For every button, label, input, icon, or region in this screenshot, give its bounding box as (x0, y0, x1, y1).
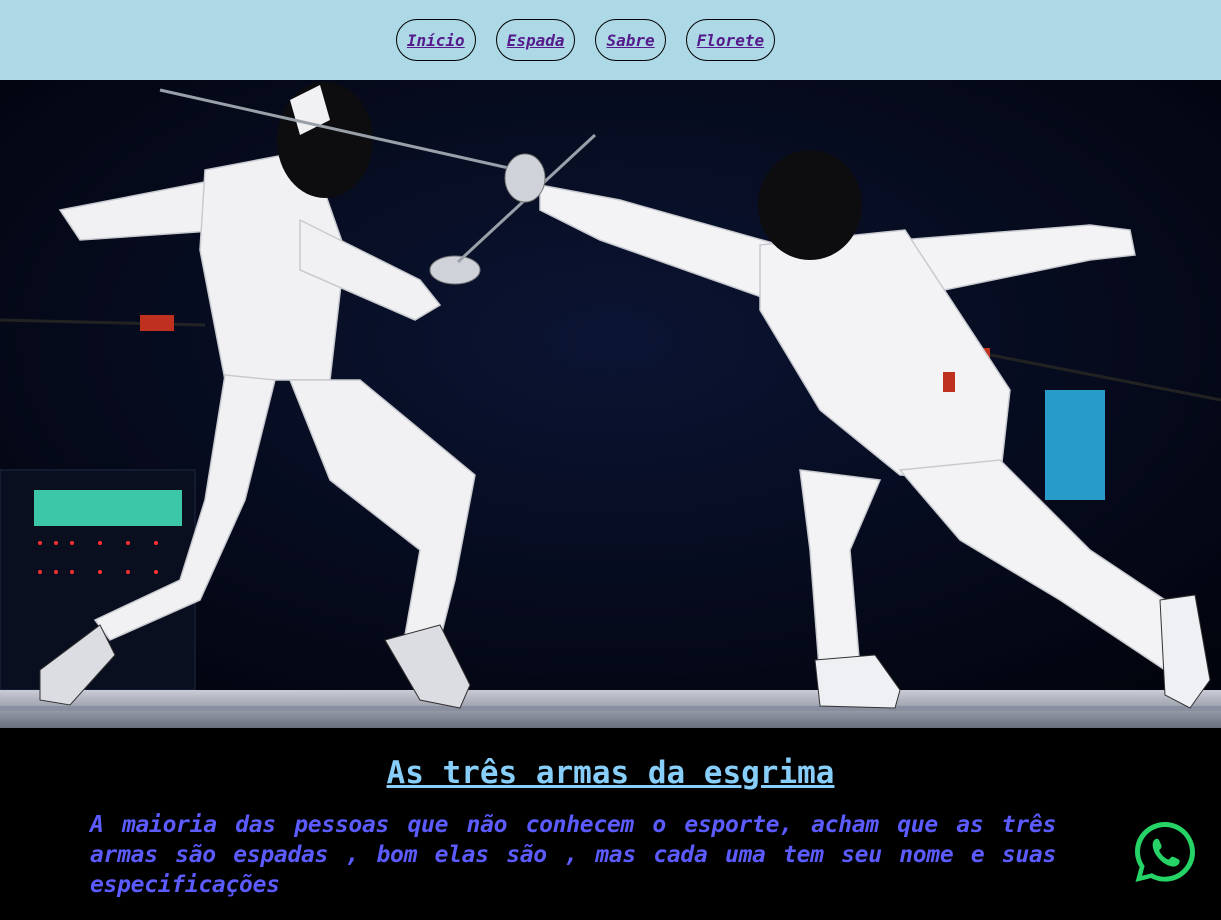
whatsapp-icon (1135, 822, 1195, 882)
nav-link-sabre[interactable]: Sabre (606, 31, 654, 50)
nav-link-inicio[interactable]: Início (407, 31, 465, 50)
main-content: As três armas da esgrima A maioria das p… (0, 728, 1221, 920)
top-navigation: Início Espada Sabre Florete (0, 0, 1221, 80)
page-title: As três armas da esgrima (386, 755, 835, 791)
nav-item-florete[interactable]: Florete (685, 19, 776, 61)
fencing-photo-icon (0, 80, 1221, 728)
nav-item-inicio[interactable]: Início (395, 19, 476, 61)
page-description: A maioria das pessoas que não conhecem o… (90, 812, 1056, 898)
whatsapp-button[interactable] (1131, 818, 1199, 886)
nav-item-sabre[interactable]: Sabre (595, 19, 666, 61)
nav-item-espada[interactable]: Espada (495, 19, 576, 61)
hero-fencing-image (0, 80, 1221, 728)
nav-link-espada[interactable]: Espada (507, 31, 565, 50)
nav-list: Início Espada Sabre Florete (395, 19, 776, 61)
nav-link-florete[interactable]: Florete (697, 31, 764, 50)
